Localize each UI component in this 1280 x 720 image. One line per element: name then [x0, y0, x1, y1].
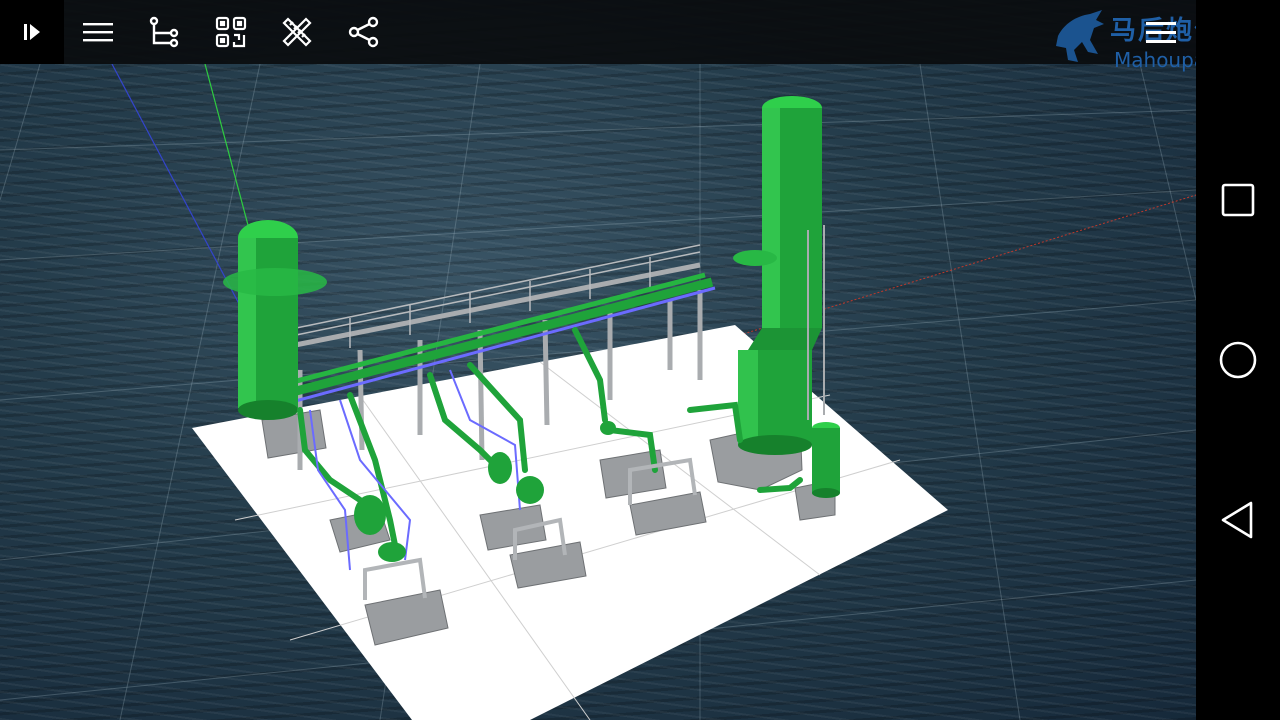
measure-tool-icon — [282, 17, 312, 47]
menu-button[interactable] — [66, 0, 130, 64]
back-button[interactable] — [1214, 496, 1262, 544]
home-button[interactable] — [1214, 336, 1262, 384]
horse-logo-icon — [1056, 10, 1104, 62]
play-icon — [24, 24, 40, 40]
system-navigation-bar — [1196, 0, 1280, 720]
share-icon — [348, 16, 379, 48]
recent-apps-button[interactable] — [1214, 176, 1262, 224]
small-drum — [812, 422, 840, 498]
share-button[interactable] — [332, 0, 396, 64]
play-button[interactable] — [0, 0, 64, 64]
measure-tool-button[interactable] — [265, 0, 329, 64]
plant-model-scene — [0, 63, 1196, 720]
3d-viewport[interactable] — [0, 0, 1196, 720]
watermark-menu-icon — [1146, 22, 1176, 43]
recent-apps-icon — [1221, 183, 1255, 217]
right-column — [733, 96, 825, 455]
home-icon — [1219, 341, 1257, 379]
qr-code-button[interactable] — [199, 0, 263, 64]
qr-code-icon — [215, 16, 247, 48]
menu-icon — [83, 23, 113, 42]
top-toolbar — [0, 0, 1196, 64]
tree-icon — [149, 16, 179, 48]
model-tree-button[interactable] — [132, 0, 196, 64]
back-icon — [1221, 501, 1253, 539]
